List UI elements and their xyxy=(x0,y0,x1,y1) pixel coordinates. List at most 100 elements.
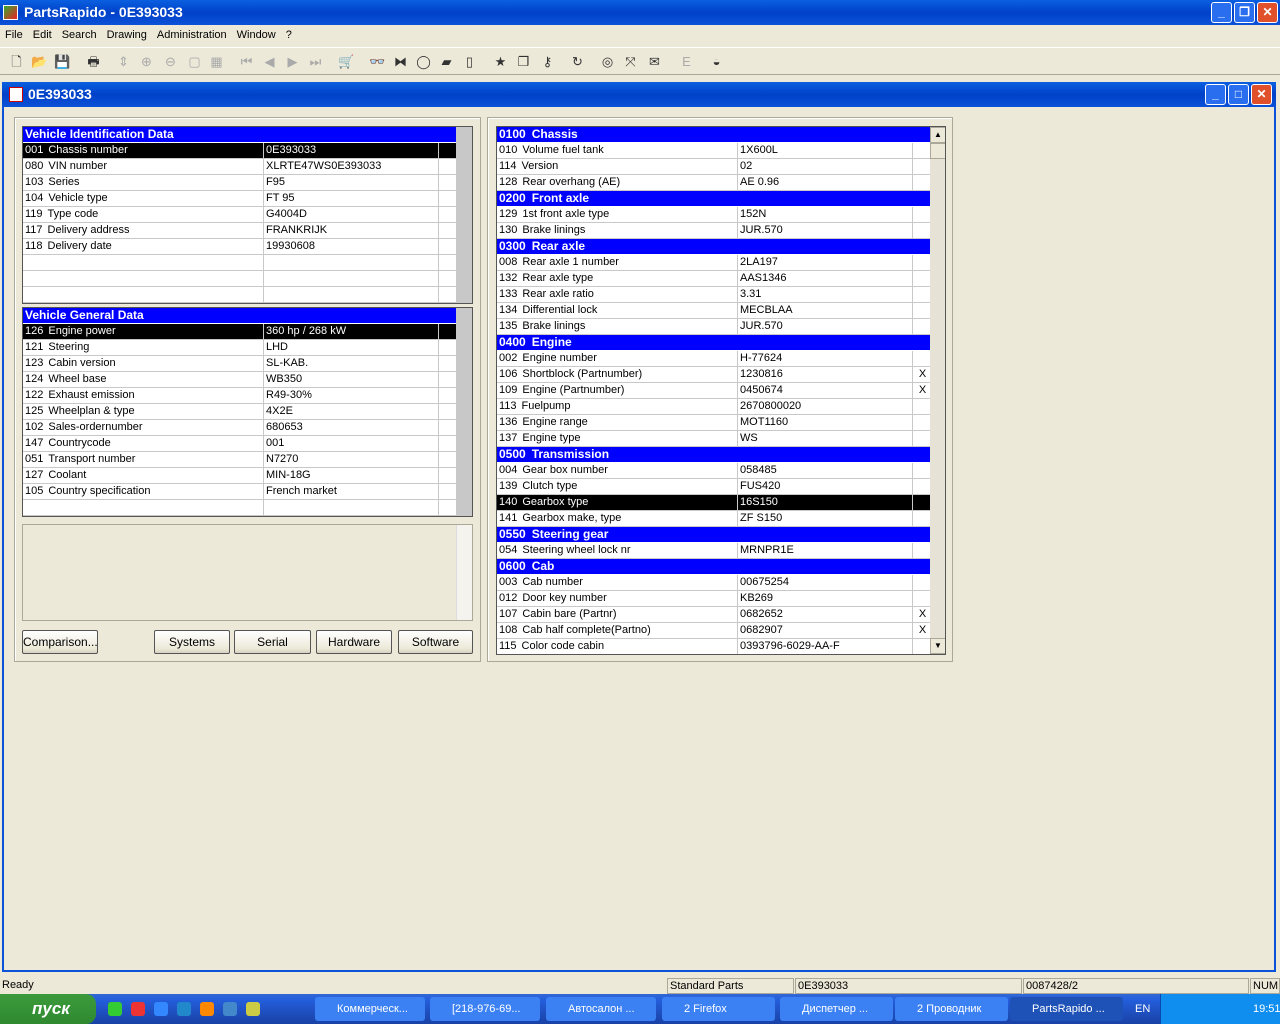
close-button[interactable]: ✕ xyxy=(1257,2,1278,23)
menu-file[interactable]: File xyxy=(5,29,23,41)
menu-edit[interactable]: Edit xyxy=(33,29,52,41)
notes-textarea[interactable] xyxy=(22,524,473,621)
table-row[interactable]: 128 Rear overhang (AE) AE 0.96 xyxy=(497,175,930,191)
systems-button[interactable]: Systems xyxy=(154,630,230,654)
copy-alert-icon[interactable]: ❐ xyxy=(513,51,534,72)
table-row[interactable]: 004 Gear box number 058485 xyxy=(497,463,930,479)
table-row[interactable]: 122 Exhaust emission R49-30% xyxy=(23,388,456,404)
table-row[interactable]: 139 Clutch type FUS420 xyxy=(497,479,930,495)
table-row[interactable]: 126 Engine power 360 hp / 268 kW xyxy=(23,324,456,340)
quicklaunch-icon-6[interactable] xyxy=(223,1002,237,1016)
serial-button[interactable]: Serial xyxy=(234,630,311,654)
table-row[interactable]: 003 Cab number 00675254 xyxy=(497,575,930,591)
table-row[interactable]: 141 Gearbox make, type ZF S150 xyxy=(497,511,930,527)
mail-icon[interactable]: ✉ xyxy=(644,51,665,72)
table-row[interactable]: 105 Country specification French market xyxy=(23,484,456,500)
table-row[interactable]: 129 1st front axle type 152N xyxy=(497,207,930,223)
fit-icon[interactable]: ⇕ xyxy=(113,51,134,72)
doc-minimize-button[interactable]: _ xyxy=(1205,84,1226,105)
table-row[interactable]: 117 Delivery address FRANKRIJK xyxy=(23,223,456,239)
taskbar-item[interactable]: 2 Firefox xyxy=(662,997,775,1021)
page-icon[interactable]: ▢ xyxy=(184,51,205,72)
doc-maximize-button[interactable]: □ xyxy=(1228,84,1249,105)
table-row[interactable] xyxy=(23,255,456,271)
quicklaunch-icon-2[interactable] xyxy=(131,1002,145,1016)
key-icon[interactable]: ⚷ xyxy=(537,51,558,72)
table-row[interactable]: 118 Delivery date 19930608 xyxy=(23,239,456,255)
taskbar-item[interactable]: 2 Проводник xyxy=(895,997,1008,1021)
taskbar-item[interactable]: Диспетчер ... xyxy=(780,997,893,1021)
table-row[interactable]: 121 Steering LHD xyxy=(23,340,456,356)
table-row[interactable]: 104 Vehicle type FT 95 xyxy=(23,191,456,207)
table-row[interactable]: 125 Wheelplan & type 4X2E xyxy=(23,404,456,420)
print-icon[interactable]: 🖶 xyxy=(83,51,104,72)
target-icon[interactable]: ◎ xyxy=(597,51,618,72)
ring-icon[interactable]: ◯ xyxy=(413,51,434,72)
notes-scrollbar[interactable] xyxy=(456,525,472,620)
tap-icon[interactable]: ▰ xyxy=(436,51,457,72)
quicklaunch-icon-1[interactable] xyxy=(108,1002,122,1016)
table-row[interactable]: 103 Series F95 xyxy=(23,175,456,191)
table-row[interactable]: 001 Chassis number 0E393033 xyxy=(23,143,456,159)
table-row[interactable]: 012 Door key number KB269 xyxy=(497,591,930,607)
table-row[interactable]: 123 Cabin version SL-KAB. xyxy=(23,356,456,372)
table-row[interactable]: 133 Rear axle ratio 3.31 xyxy=(497,287,930,303)
ie-icon[interactable] xyxy=(177,1002,191,1016)
table-row[interactable] xyxy=(23,271,456,287)
software-button[interactable]: Software xyxy=(398,630,473,654)
expand-icon[interactable]: ⤧ xyxy=(620,51,641,72)
table-row[interactable]: 132 Rear axle type AAS1346 xyxy=(497,271,930,287)
next-icon[interactable]: ▶ xyxy=(282,51,303,72)
table-row[interactable]: 119 Type code G4004D xyxy=(23,207,456,223)
logo-icon[interactable]: ◒ xyxy=(706,51,727,72)
table-row[interactable]: 108 Cab half complete(Partno) 0682907 X xyxy=(497,623,930,639)
taskbar-item[interactable]: [218-976-69... xyxy=(430,997,540,1021)
table-scrollbar[interactable] xyxy=(456,308,472,516)
table-row[interactable]: 137 Engine type WS xyxy=(497,431,930,447)
taskbar-item[interactable]: Автосалон ... xyxy=(546,997,656,1021)
refresh-icon[interactable]: ↻ xyxy=(567,51,588,72)
spec-scrollbar[interactable]: ▲ ▼ xyxy=(930,127,945,654)
table-row[interactable]: 127 Coolant MIN-18G xyxy=(23,468,456,484)
bottle-icon[interactable]: ▯ xyxy=(459,51,480,72)
table-row[interactable]: 107 Cabin bare (Partnr) 0682652 X xyxy=(497,607,930,623)
menu-[interactable]: ? xyxy=(286,29,292,41)
zoom-out-icon[interactable]: ⊖ xyxy=(160,51,181,72)
table-row[interactable]: 114 Version 02 xyxy=(497,159,930,175)
connector-icon[interactable]: ⧓ xyxy=(390,51,411,72)
prev-icon[interactable]: ◀ xyxy=(259,51,280,72)
menu-search[interactable]: Search xyxy=(62,29,97,41)
table-row[interactable]: 135 Brake linings JUR.570 xyxy=(497,319,930,335)
taskbar-item[interactable]: PartsRapido ... xyxy=(1010,997,1123,1021)
table-row[interactable]: 051 Transport number N7270 xyxy=(23,452,456,468)
star-icon[interactable]: ★ xyxy=(490,51,511,72)
cart-icon[interactable]: 🛒 xyxy=(336,51,357,72)
table-row[interactable]: 113 Fuelpump 2670800020 xyxy=(497,399,930,415)
e-icon[interactable]: E xyxy=(676,51,697,72)
language-indicator[interactable]: EN xyxy=(1135,994,1150,1024)
scroll-up-arrow[interactable]: ▲ xyxy=(930,127,945,143)
table-row[interactable]: 140 Gearbox type 16S150 xyxy=(497,495,930,511)
minimize-button[interactable]: _ xyxy=(1211,2,1232,23)
table-row[interactable]: 002 Engine number H-77624 xyxy=(497,351,930,367)
zoom-in-icon[interactable]: ⊕ xyxy=(136,51,157,72)
save-icon[interactable]: 💾 xyxy=(52,51,73,72)
grid-icon[interactable]: ▦ xyxy=(206,51,227,72)
table-row[interactable]: 136 Engine range MOT1160 xyxy=(497,415,930,431)
table-row[interactable]: 134 Differential lock MECBLAA xyxy=(497,303,930,319)
scroll-down-arrow[interactable]: ▼ xyxy=(930,638,945,654)
scroll-thumb[interactable] xyxy=(930,143,945,159)
table-row[interactable]: 010 Volume fuel tank 1X600L xyxy=(497,143,930,159)
taskbar-item[interactable]: Коммерческ... xyxy=(315,997,425,1021)
table-row[interactable]: 106 Shortblock (Partnumber) 1230816 X xyxy=(497,367,930,383)
table-row[interactable] xyxy=(23,500,456,516)
table-row[interactable] xyxy=(23,287,456,303)
binoculars-icon[interactable]: 👓 xyxy=(367,51,388,72)
table-scrollbar[interactable] xyxy=(456,127,472,303)
table-row[interactable]: 147 Countrycode 001 xyxy=(23,436,456,452)
quicklaunch-icon-3[interactable] xyxy=(154,1002,168,1016)
restore-button[interactable]: ❐ xyxy=(1234,2,1255,23)
table-row[interactable]: 080 VIN number XLRTE47WS0E393033 xyxy=(23,159,456,175)
table-row[interactable]: 124 Wheel base WB350 xyxy=(23,372,456,388)
first-icon[interactable]: ⏮ xyxy=(236,51,257,72)
